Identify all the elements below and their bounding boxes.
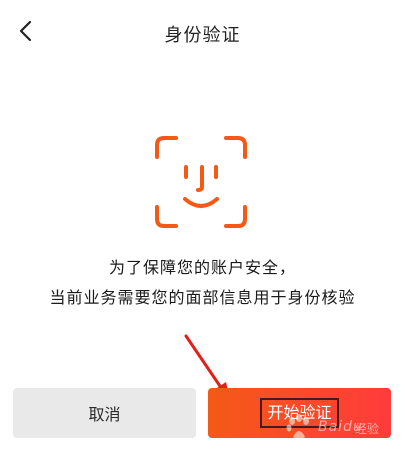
- face-scan-icon: [152, 133, 250, 231]
- status-bar: [0, 0, 405, 6]
- nav-header: 身份验证: [0, 10, 405, 54]
- page-title: 身份验证: [164, 25, 241, 46]
- cancel-button-label: 取消: [88, 405, 121, 424]
- verification-message: 为了保障您的账户安全， 当前业务需要您的面部信息用于身份核验: [0, 253, 405, 313]
- message-line-2: 当前业务需要您的面部信息用于身份核验: [49, 288, 356, 307]
- cancel-button[interactable]: 取消: [13, 388, 196, 438]
- message-line-1: 为了保障您的账户安全，: [108, 258, 296, 277]
- start-button-label: 开始验证: [260, 398, 339, 428]
- start-verification-button[interactable]: 开始验证: [208, 388, 391, 438]
